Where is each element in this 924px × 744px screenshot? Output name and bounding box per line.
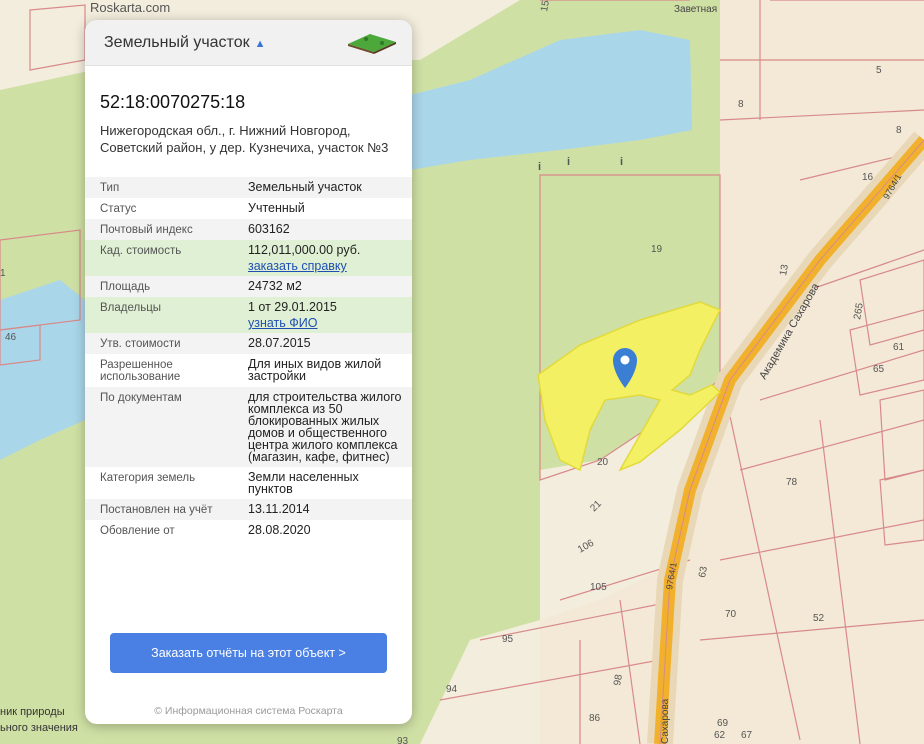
- attribute-value: Земельный участок: [248, 180, 362, 194]
- attribute-link[interactable]: заказать справку: [248, 260, 402, 273]
- parcel-address: Нижегородская обл., г. Нижний Новгород, …: [100, 123, 389, 155]
- attribute-row: Кад. стоимость 112,011,000.00 руб. заказат…: [85, 240, 412, 276]
- attribute-label: Тип: [100, 182, 120, 194]
- attribute-value-cell: 1 от 29.01.2015 узнать ФИО: [248, 300, 412, 330]
- svg-text:19: 19: [651, 244, 663, 255]
- svg-text:i: i: [538, 161, 541, 173]
- land-plot-icon: [348, 34, 396, 54]
- attribute-row: Почтовый индекс 603162: [85, 219, 412, 240]
- svg-text:69: 69: [717, 718, 729, 729]
- svg-text:8: 8: [738, 99, 744, 110]
- attribute-value-cell: 28.07.2015: [248, 337, 412, 350]
- attribute-label: Статус: [100, 203, 137, 215]
- attribute-row: Категория земель Земли населенных пунктов: [85, 467, 412, 499]
- attribute-value-cell: Учтенный: [248, 202, 412, 215]
- attribute-value: 28.07.2015: [248, 336, 311, 350]
- attribute-value: для строительства жилого комплекса из 50…: [248, 390, 402, 464]
- attribute-row: По документам для строительства жилого ко…: [85, 387, 412, 467]
- attribute-value: Земли населенных пунктов: [248, 470, 359, 496]
- copyright-footer: © Информационная система Роскарта: [154, 705, 343, 717]
- attribute-label: Разрешенное использование: [100, 359, 181, 383]
- svg-text:8: 8: [896, 125, 902, 136]
- legend-fragment-1: ник природы: [0, 706, 65, 718]
- svg-text:1: 1: [0, 268, 6, 279]
- attribute-value-cell: 603162: [248, 223, 412, 236]
- attribute-label: Кад. стоимость: [100, 245, 182, 257]
- svg-text:i: i: [620, 156, 623, 168]
- attribute-value: 1 от 29.01.2015: [248, 300, 337, 314]
- attribute-value-cell: 112,011,000.00 руб. заказать справку: [248, 243, 412, 273]
- attribute-label: Площадь: [100, 281, 151, 293]
- svg-text:105: 105: [590, 582, 607, 593]
- order-reports-button[interactable]: Заказать отчёты на этот объект >: [110, 633, 387, 673]
- attribute-value-cell: 24732 м2: [248, 280, 412, 293]
- svg-text:65: 65: [873, 364, 885, 375]
- attribute-row: Владельцы 1 от 29.01.2015 узнать ФИО: [85, 297, 412, 333]
- attribute-label: Почтовый индекс: [100, 224, 193, 236]
- svg-text:86: 86: [589, 713, 601, 724]
- brand-name: Roskarta.com: [90, 0, 171, 15]
- attribute-value: 13.11.2014: [248, 502, 310, 516]
- svg-text:95: 95: [502, 634, 514, 645]
- attribute-value: 24732 м2: [248, 279, 302, 293]
- svg-text:61: 61: [893, 342, 905, 353]
- svg-text:78: 78: [786, 477, 798, 488]
- attribute-label: Обовление от: [100, 525, 175, 537]
- attribute-row: Статус Учтенный: [85, 198, 412, 219]
- cadastral-number: 52:18:0070275:18: [100, 92, 246, 112]
- attribute-value-cell: Земельный участок: [248, 181, 412, 194]
- attribute-row: Тип Земельный участок: [85, 177, 412, 198]
- svg-text:20: 20: [597, 457, 609, 468]
- svg-text:Сахарова: Сахарова: [660, 698, 671, 744]
- svg-text:62: 62: [714, 730, 726, 741]
- svg-text:94: 94: [446, 684, 458, 695]
- panel-title: Земельный участок: [104, 33, 250, 51]
- svg-text:46: 46: [5, 332, 17, 343]
- attribute-value-cell: Для иных видов жилой застройки: [248, 358, 412, 383]
- attribute-value: 112,011,000.00 руб.: [248, 243, 361, 257]
- svg-text:5: 5: [876, 65, 882, 76]
- panel-header[interactable]: Земельный участок ▲: [85, 20, 412, 66]
- svg-text:67: 67: [741, 730, 753, 741]
- attribute-value-cell: 13.11.2014: [248, 503, 412, 516]
- attribute-value: Для иных видов жилой застройки: [248, 357, 382, 383]
- attribute-value: 28.08.2020: [248, 523, 311, 537]
- chevron-up-icon[interactable]: ▲: [255, 38, 266, 50]
- attribute-link[interactable]: узнать ФИО: [248, 317, 402, 330]
- attribute-value: 603162: [248, 222, 290, 236]
- parcel-info-panel: Земельный участок ▲ 52:18:0070275:18 Ниж…: [85, 20, 412, 724]
- attribute-label: Владельцы: [100, 302, 162, 314]
- attributes-table: Тип Земельный участок Статус Учтенный Почтов…: [85, 177, 412, 541]
- svg-text:93: 93: [397, 736, 409, 744]
- attribute-label: Категория земель: [100, 472, 196, 484]
- attribute-row: Постановлен на учёт 13.11.2014: [85, 499, 412, 520]
- attribute-value: Учтенный: [248, 201, 305, 215]
- svg-text:52: 52: [813, 613, 825, 624]
- svg-text:i: i: [567, 156, 570, 168]
- svg-text:16: 16: [862, 172, 874, 183]
- svg-text:Заветная: Заветная: [674, 4, 717, 15]
- attribute-row: Разрешенное использование Для иных видов …: [85, 354, 412, 387]
- attribute-value-cell: для строительства жилого комплекса из 50…: [248, 390, 412, 464]
- attribute-value-cell: Земли населенных пунктов: [248, 470, 412, 496]
- attribute-label: Утв. стоимости: [100, 338, 181, 350]
- attribute-row: Обовление от 28.08.2020: [85, 520, 412, 541]
- attribute-label: По документам: [100, 392, 182, 404]
- attribute-row: Площадь 24732 м2: [85, 276, 412, 297]
- attribute-row: Утв. стоимости 28.07.2015: [85, 333, 412, 354]
- attribute-label: Постановлен на учёт: [100, 504, 213, 516]
- svg-text:70: 70: [725, 609, 737, 620]
- legend-fragment-2: ьного значения: [0, 722, 78, 734]
- attribute-value-cell: 28.08.2020: [248, 524, 412, 537]
